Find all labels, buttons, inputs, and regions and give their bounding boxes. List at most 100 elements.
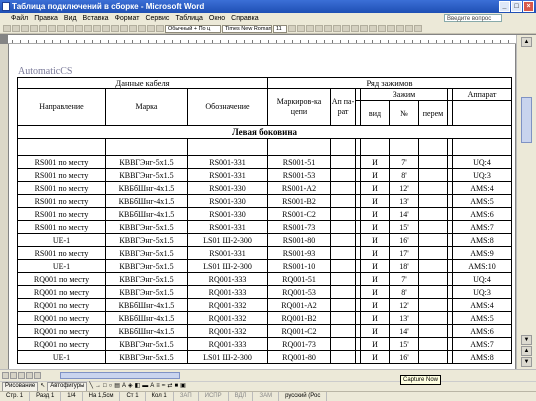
line-spacing-icon[interactable] (351, 25, 359, 32)
italic-icon[interactable] (297, 25, 305, 32)
draw-menu[interactable]: Рисование (2, 381, 39, 392)
horizontal-scrollbar[interactable] (0, 369, 536, 381)
save-icon[interactable] (21, 25, 29, 32)
copy-icon[interactable] (66, 25, 74, 32)
menu-edit[interactable]: Правка (31, 15, 61, 22)
styles-pane-icon[interactable] (156, 25, 164, 32)
bullets-icon[interactable] (369, 25, 377, 32)
autoshapes-menu[interactable]: Автофигуры (47, 381, 88, 392)
table-icon[interactable] (102, 25, 110, 32)
status-line: Ст 1 (120, 392, 146, 401)
document-page[interactable]: AutomaticCS Данные кабеля Ряд зажимов На… (9, 44, 515, 369)
font-color-draw-icon[interactable]: A (150, 382, 154, 391)
arrow-style-icon[interactable]: ⇄ (167, 382, 172, 391)
font-select[interactable]: Times New Roman (222, 24, 272, 33)
help-icon[interactable] (138, 25, 146, 32)
oval-icon[interactable]: ○ (109, 382, 113, 391)
help-search-input[interactable]: Введите вопрос (444, 14, 502, 22)
window-title: Таблица подключений в сборке - Microsoft… (12, 2, 205, 11)
line-icon[interactable]: ╲ (89, 382, 93, 391)
maximize-button[interactable]: □ (511, 1, 522, 12)
menu-file[interactable]: Файл (8, 15, 31, 22)
outline-view-icon[interactable] (26, 372, 33, 379)
menu-tools[interactable]: Сервис (142, 15, 172, 22)
3d-icon[interactable]: ▣ (180, 382, 186, 391)
numbering-icon[interactable] (360, 25, 368, 32)
line-color-icon[interactable]: ▬ (142, 382, 148, 391)
bold-icon[interactable] (288, 25, 296, 32)
font-color-icon[interactable] (414, 25, 422, 32)
table-row: RS001 по месту КВВГЭнг-5х1.5 RS001-331 RS00… (17, 246, 512, 260)
zoom-icon[interactable] (129, 25, 137, 32)
window-controls: _ □ × (499, 1, 534, 12)
cell-brand: КВВГЭнг-5х1.5 (105, 155, 188, 169)
menu-format[interactable]: Формат (112, 15, 143, 22)
drawing-icon[interactable] (120, 25, 128, 32)
highlight-icon[interactable] (405, 25, 413, 32)
line-style-icon[interactable]: ≡ (156, 382, 160, 391)
clipart-icon[interactable]: ◈ (128, 382, 133, 391)
menu-table[interactable]: Таблица (172, 15, 205, 22)
style-select[interactable]: Обычный + По ц (165, 24, 221, 33)
close-button[interactable]: × (523, 1, 534, 12)
new-icon[interactable] (3, 25, 11, 32)
menu-help[interactable]: Справка (228, 15, 261, 22)
redo-icon[interactable] (93, 25, 101, 32)
underline-icon[interactable] (306, 25, 314, 32)
align-right-icon[interactable] (333, 25, 341, 32)
cell-type: И (360, 155, 390, 169)
cell-designation: RQ001-333 (187, 337, 268, 351)
menu-view[interactable]: Вид (61, 15, 80, 22)
scroll-up-arrow-icon[interactable]: ▲ (521, 37, 532, 47)
select-arrow-icon[interactable]: ↖ (40, 382, 45, 391)
print-view-icon[interactable] (18, 372, 25, 379)
status-rec[interactable]: ЗАП (174, 392, 199, 401)
reading-view-icon[interactable] (34, 372, 41, 379)
arrow-icon[interactable]: → (95, 382, 101, 391)
rectangle-icon[interactable]: □ (103, 382, 107, 391)
size-select[interactable]: 11 (273, 24, 287, 33)
cell-type: И (360, 246, 390, 260)
horizontal-scroll-thumb[interactable] (60, 372, 180, 379)
outdent-icon[interactable] (378, 25, 386, 32)
indent-icon[interactable] (387, 25, 395, 32)
wordart-icon[interactable]: A (122, 382, 126, 391)
read-icon[interactable] (147, 25, 155, 32)
cell-designation: RS001-331 (187, 168, 268, 182)
next-page-icon[interactable]: ▼ (521, 357, 532, 367)
title-bar: Таблица подключений в сборке - Microsoft… (0, 0, 536, 13)
status-ovr[interactable]: ЗАМ (253, 392, 280, 401)
prev-page-icon[interactable]: ▲ (521, 346, 532, 356)
scroll-down-arrow-icon[interactable]: ▼ (521, 335, 532, 345)
spelling-icon[interactable] (48, 25, 56, 32)
justify-icon[interactable] (342, 25, 350, 32)
menu-insert[interactable]: Вставка (80, 15, 112, 22)
open-icon[interactable] (12, 25, 20, 32)
status-page-count: 1/4 (61, 392, 83, 401)
scroll-thumb[interactable] (521, 97, 532, 143)
dash-style-icon[interactable]: ┅ (162, 382, 166, 391)
borders-icon[interactable] (396, 25, 404, 32)
vertical-ruler[interactable] (0, 44, 8, 369)
horizontal-ruler[interactable] (8, 35, 516, 44)
fill-color-icon[interactable]: ◧ (135, 382, 141, 391)
menu-window[interactable]: Окно (206, 15, 228, 22)
vertical-scrollbar[interactable]: ▲ ▼ ▲ ▼ (516, 35, 536, 369)
minimize-button[interactable]: _ (499, 1, 510, 12)
cell-marking: RS001-93 (267, 246, 331, 260)
columns-icon[interactable] (111, 25, 119, 32)
textbox-icon[interactable]: ▤ (114, 382, 120, 391)
align-center-icon[interactable] (324, 25, 332, 32)
col-apparatus: Аппарат (452, 88, 512, 101)
preview-icon[interactable] (39, 25, 47, 32)
normal-view-icon[interactable] (2, 372, 9, 379)
shadow-icon[interactable]: ■ (174, 382, 178, 391)
cut-icon[interactable] (57, 25, 65, 32)
status-trk[interactable]: ИСПР (199, 392, 229, 401)
print-icon[interactable] (30, 25, 38, 32)
align-left-icon[interactable] (315, 25, 323, 32)
status-ext[interactable]: ВДЛ (229, 392, 254, 401)
paste-icon[interactable] (75, 25, 83, 32)
web-view-icon[interactable] (10, 372, 17, 379)
undo-icon[interactable] (84, 25, 92, 32)
